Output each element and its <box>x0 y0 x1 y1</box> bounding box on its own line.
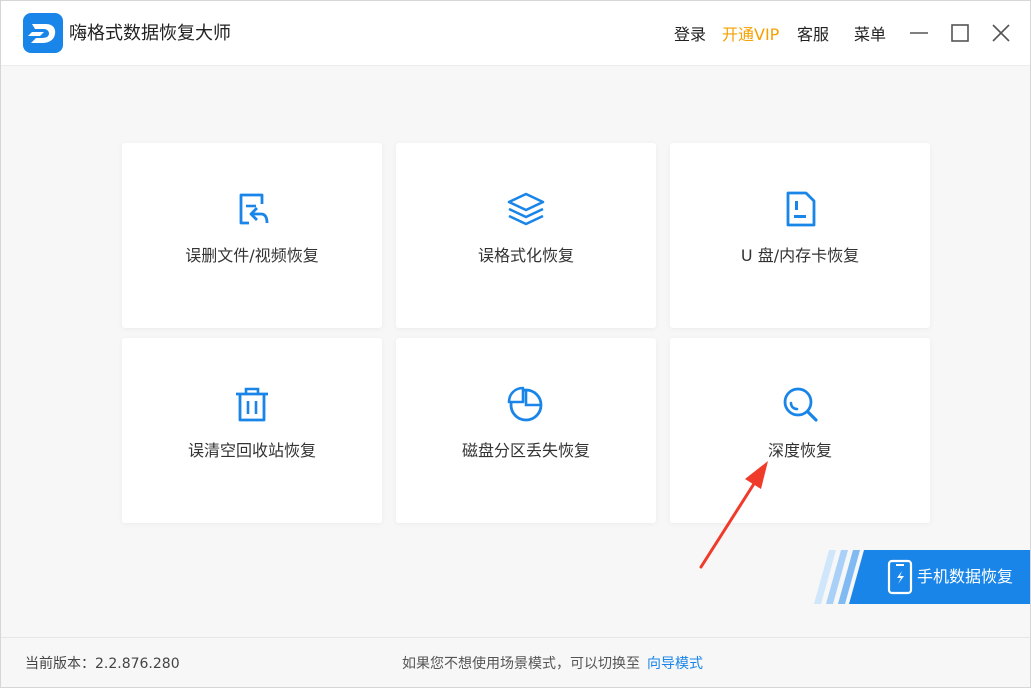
app-title: 嗨格式数据恢复大师 <box>69 23 231 44</box>
card-deep-recovery[interactable]: 深度恢复 <box>670 338 930 523</box>
guide-mode-link[interactable]: 向导模式 <box>647 655 703 673</box>
trash-icon <box>236 387 268 422</box>
app-logo-icon <box>23 13 63 53</box>
card-partition-recovery[interactable]: 磁盘分区丢失恢复 <box>396 338 656 523</box>
card-label: 深度恢复 <box>767 441 832 460</box>
title-bar: 嗨格式数据恢复大师 登录 开通VIP 客服 菜单 <box>1 1 1030 66</box>
mode-hint-text: 如果您不想使用场景模式，可以切换至 <box>402 656 640 672</box>
phone-icon <box>887 559 913 595</box>
service-link[interactable]: 客服 <box>797 25 829 45</box>
card-format-recovery[interactable]: 误格式化恢复 <box>396 143 656 328</box>
maximize-icon[interactable] <box>946 19 974 47</box>
login-link[interactable]: 登录 <box>674 25 706 45</box>
close-icon[interactable] <box>987 19 1015 47</box>
card-usb-memory-recovery[interactable]: U 盘/内存卡恢复 <box>670 143 930 328</box>
card-file-video-recovery[interactable]: 误删文件/视频恢复 <box>122 143 382 328</box>
card-label: 误格式化恢复 <box>477 246 574 265</box>
card-label: 误清空回收站恢复 <box>187 441 316 460</box>
phone-recovery-button[interactable]: 手机数据恢复 <box>813 550 1030 604</box>
card-recycle-bin-recovery[interactable]: 误清空回收站恢复 <box>122 338 382 523</box>
pie-chart-icon <box>507 386 543 422</box>
minimize-icon[interactable] <box>905 19 933 47</box>
sd-card-icon <box>786 191 816 227</box>
menu-link[interactable]: 菜单 <box>854 25 886 45</box>
card-label: 磁盘分区丢失恢复 <box>461 441 590 460</box>
vip-link[interactable]: 开通VIP <box>722 25 779 45</box>
layers-icon <box>507 192 545 226</box>
search-icon <box>783 387 818 422</box>
app-window: 嗨格式数据恢复大师 登录 开通VIP 客服 菜单 误删文件/视频恢复 误格式化恢… <box>0 0 1031 688</box>
file-restore-icon <box>239 193 269 225</box>
card-label: U 盘/内存卡恢复 <box>740 246 860 265</box>
phone-recovery-label: 手机数据恢复 <box>917 567 1014 586</box>
card-label: 误删文件/视频恢复 <box>185 246 319 265</box>
version-label: 当前版本：2.2.876.280 <box>25 656 180 672</box>
footer-bar: 当前版本：2.2.876.280 如果您不想使用场景模式，可以切换至 向导模式 <box>1 637 1030 687</box>
